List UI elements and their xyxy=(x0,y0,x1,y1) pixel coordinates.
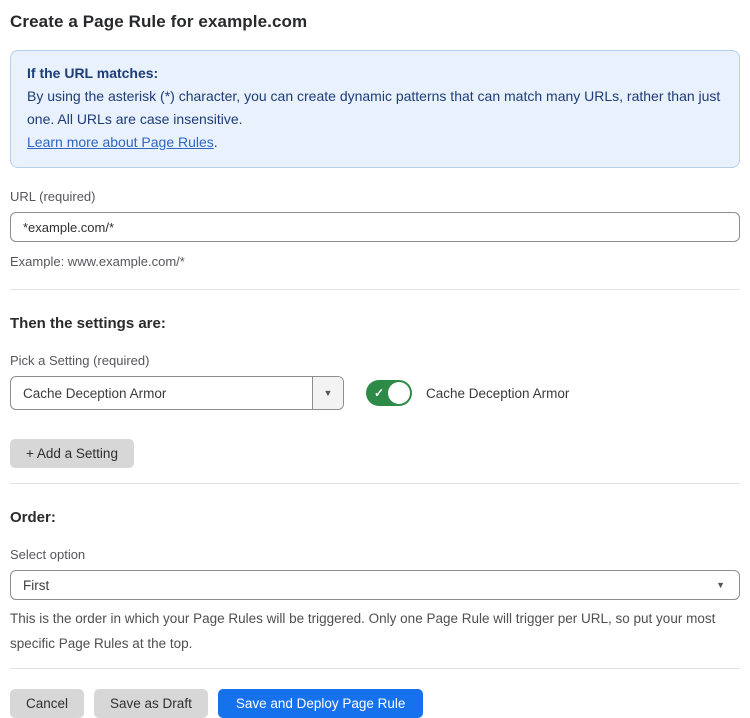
add-setting-button[interactable]: + Add a Setting xyxy=(10,439,134,468)
select-option-label: Select option xyxy=(10,547,740,562)
url-example-helper: Example: www.example.com/* xyxy=(10,249,740,274)
link-suffix: . xyxy=(214,134,218,150)
url-input[interactable] xyxy=(10,212,740,242)
learn-more-link[interactable]: Learn more about Page Rules xyxy=(27,134,214,150)
order-helper-text: This is the order in which your Page Rul… xyxy=(10,606,740,656)
chevron-down-icon[interactable]: ▼ xyxy=(312,377,343,409)
divider xyxy=(10,668,740,669)
divider xyxy=(10,289,740,290)
setting-dropdown[interactable]: Cache Deception Armor ▼ xyxy=(10,376,344,410)
info-box-link-line: Learn more about Page Rules. xyxy=(27,131,723,154)
setting-dropdown-value: Cache Deception Armor xyxy=(11,377,312,409)
setting-row: Cache Deception Armor ▼ ✓ Cache Deceptio… xyxy=(10,376,740,410)
info-box-body: By using the asterisk (*) character, you… xyxy=(27,85,723,131)
url-match-info-box: If the URL matches: By using the asteris… xyxy=(10,50,740,168)
page-rule-form: Create a Page Rule for example.com If th… xyxy=(0,12,750,718)
save-and-deploy-button[interactable]: Save and Deploy Page Rule xyxy=(218,689,424,718)
check-icon: ✓ xyxy=(374,386,384,400)
cache-deception-armor-toggle[interactable]: ✓ xyxy=(366,380,412,406)
pick-setting-label: Pick a Setting (required) xyxy=(10,353,740,368)
cancel-button[interactable]: Cancel xyxy=(10,689,84,718)
action-buttons: Cancel Save as Draft Save and Deploy Pag… xyxy=(10,689,740,718)
url-field-label: URL (required) xyxy=(10,189,740,204)
order-select[interactable]: First ▼ xyxy=(10,570,740,600)
order-select-value: First xyxy=(23,578,716,593)
divider xyxy=(10,483,740,484)
order-section-heading: Order: xyxy=(10,509,740,526)
page-title: Create a Page Rule for example.com xyxy=(10,12,740,32)
toggle-knob xyxy=(388,382,410,404)
save-as-draft-button[interactable]: Save as Draft xyxy=(94,689,208,718)
settings-section-heading: Then the settings are: xyxy=(10,315,740,332)
toggle-label: Cache Deception Armor xyxy=(426,386,569,401)
chevron-down-icon: ▼ xyxy=(716,580,725,590)
info-box-heading: If the URL matches: xyxy=(27,62,723,85)
